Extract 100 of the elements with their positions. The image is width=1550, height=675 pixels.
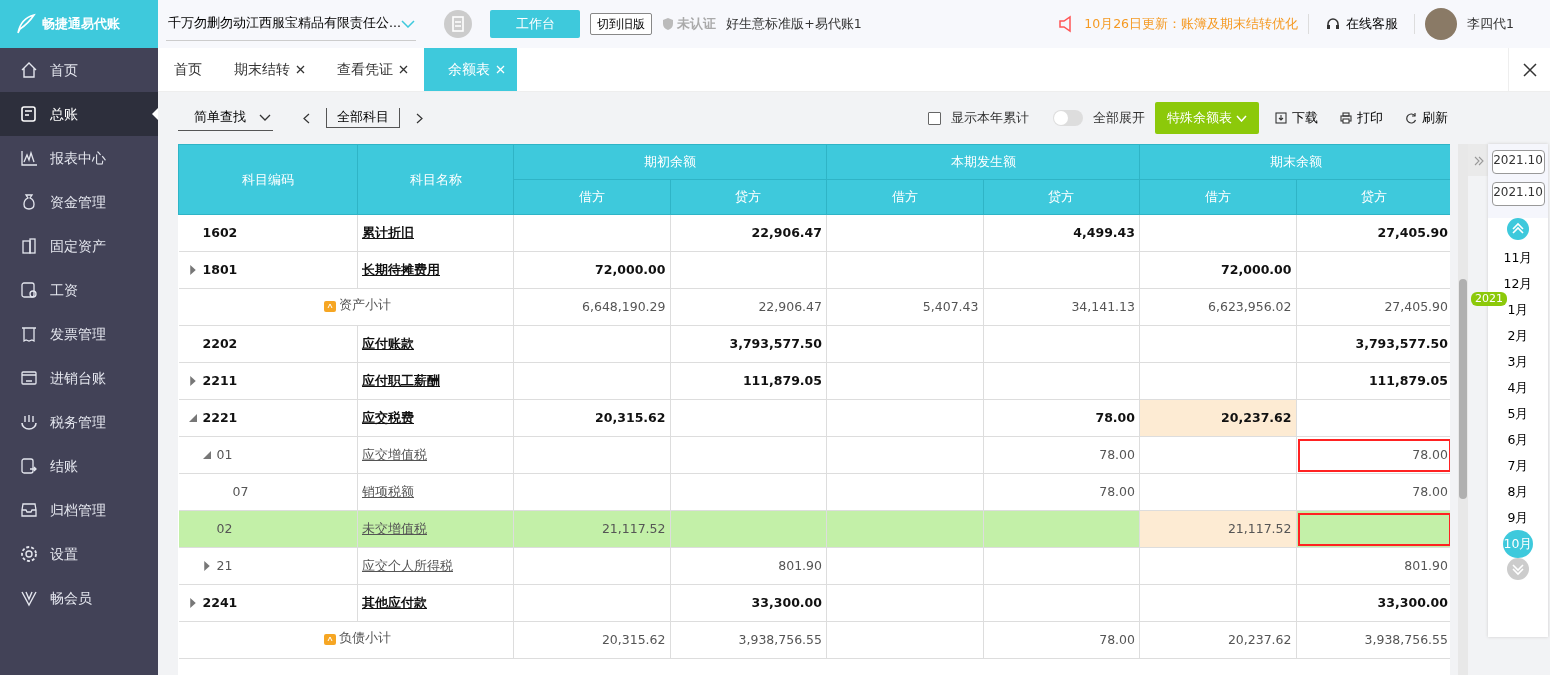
table-cell: 3,793,577.50 [1296,325,1450,363]
sidebar-item[interactable]: 固定资产 [0,224,158,268]
account-name-link[interactable]: 应交税费 [362,409,414,425]
month-item[interactable]: 1月 [1507,296,1529,324]
table-cell: 20,315.62 [513,399,670,437]
account-name-link[interactable]: 销项税额 [362,483,414,499]
column-header: 贷方 [1296,179,1450,215]
column-header: 期末余额 [1139,144,1450,180]
table-row[interactable]: 2211 应付职工薪酬 111,879.05 111,879.05 [178,362,1450,400]
user-avatar[interactable] [1425,8,1458,40]
search-mode-select[interactable]: 简单查找 [178,105,273,131]
account-name-link[interactable]: 其他应付款 [362,594,427,610]
caret-down-icon[interactable] [188,413,197,424]
table-cell: 78.00 [983,621,1140,659]
sidebar-item[interactable]: 工资 [0,268,158,312]
table-cell: 20,237.62 [1139,399,1296,437]
table-cell: 3,938,756.55 [670,621,827,659]
month-item[interactable]: 8月 [1507,478,1529,506]
account-name-link[interactable]: 应交个人所得税 [362,557,453,573]
table-cell: 78.00 [983,436,1140,474]
account-name-link[interactable]: 累计折旧 [362,224,414,240]
switch-version-button[interactable]: 切到旧版 [590,13,652,35]
sidebar-item[interactable]: 设置 [0,532,158,576]
caret-right-icon[interactable] [188,265,197,276]
account-name-link[interactable]: 应交增值税 [362,446,427,462]
table-row[interactable]: 1801 长期待摊费用 72,000.00 72,000.00 [178,251,1450,289]
column-header: 期初余额 [513,144,827,180]
caret-down-icon[interactable] [202,450,211,461]
table-cell: 72,000.00 [513,251,670,289]
table-row[interactable]: 2241 其他应付款 33,300.00 33,300.00 [178,584,1450,622]
column-header: 借方 [826,179,983,215]
online-support-link[interactable]: 在线客服 [1319,14,1405,34]
table-cell: 3,793,577.50 [670,325,827,363]
table-cell: 4,499.43 [983,214,1140,252]
document-arrow-icon [20,457,38,475]
account-name-link[interactable]: 应付职工薪酬 [362,372,440,388]
subject-filter[interactable]: 全部科目 [326,108,400,128]
headset-icon [1325,16,1342,32]
v-letter-icon [20,589,38,607]
table-row[interactable]: 01 应交增值税 78.00 78.00 [178,436,1450,474]
month-item[interactable]: 2月 [1507,322,1529,350]
month-item[interactable]: 11月 [1503,244,1533,272]
sidebar-item[interactable]: 总账 [0,92,158,136]
refresh-button[interactable]: 刷新 [1399,108,1454,128]
toggle-switch[interactable] [1053,110,1083,126]
chevron-right-icon [416,112,423,124]
toggle-label: 全部展开 [1093,108,1145,127]
checkbox-label: 显示本年累计 [951,108,1029,127]
sidebar-item[interactable]: 进销台账 [0,356,158,400]
table-cell: 34,141.13 [983,288,1140,326]
sidebar-item[interactable]: 畅会员 [0,576,158,620]
sidebar-item[interactable]: 资金管理 [0,180,158,224]
month-item[interactable]: 4月 [1507,374,1529,402]
sidebar-item[interactable]: 发票管理 [0,312,158,356]
sidebar-item[interactable]: 归档管理 [0,488,158,532]
sidebar-item[interactable]: 税务管理 [0,400,158,444]
table-cell: 33,300.00 [1296,584,1450,622]
table-row[interactable]: 资产小计 6,648,190.29 22,906.47 5,407.43 34,141.13 6,623,956.02 27,405.90 [178,288,1450,326]
account-name-link[interactable]: 应付账款 [362,335,414,351]
table-cell: 21,117.52 [513,510,670,548]
table-cell: 801.90 [670,547,827,585]
caret-right-icon[interactable] [188,598,197,609]
collapse-panel-button[interactable] [1468,144,1488,176]
table-row[interactable]: 21 应交个人所得税 801.90 801.90 [178,547,1450,585]
account-name-link[interactable]: 长期待摊费用 [362,261,440,277]
scrollbar-thumb[interactable] [1459,279,1467,499]
download-button[interactable]: 下载 [1269,108,1324,128]
sidebar-item[interactable]: 报表中心 [0,136,158,180]
table-cell: 801.90 [1296,547,1450,585]
month-item[interactable]: 6月 [1507,426,1529,454]
table-cell: 78.00 [983,473,1140,511]
notebook-icon [444,10,472,38]
checkbox[interactable] [928,111,941,125]
table-cell: 5,407.43 [826,288,983,326]
close-icon [1522,62,1537,77]
table-row[interactable]: 07 销项税额 78.00 78.00 [178,473,1450,511]
start-period-field[interactable]: 2021.10 [1491,150,1545,174]
printer-icon [1340,112,1352,124]
month-item[interactable]: 7月 [1507,452,1529,480]
caret-right-icon[interactable] [202,561,211,572]
month-item[interactable]: 5月 [1507,400,1529,428]
month-item[interactable]: 3月 [1507,348,1529,376]
print-button[interactable]: 打印 [1334,108,1389,128]
column-header: 科目编码 [178,144,358,215]
sidebar-item[interactable]: 结账 [0,444,158,488]
user-name: 李四代1 [1467,14,1514,33]
end-period-field[interactable]: 2021.10 [1491,182,1545,206]
account-name-link[interactable]: 未交增值税 [362,520,427,536]
table-row[interactable]: 1602 累计折旧 22,906.47 4,499.43 27,405.90 [178,214,1450,252]
company-select[interactable]: 千万勿删勿动江西服宝精品有限责任公... [166,7,416,41]
table-row[interactable]: 02 未交增值税 21,117.52 21,117.52 [178,510,1450,548]
table-row[interactable]: 负债小计 20,315.62 3,938,756.55 78.00 20,237.62 3,938,756.55 [178,621,1450,659]
table-cell: 6,623,956.02 [1139,288,1296,326]
table-row[interactable]: 2202 应付账款 3,793,577.50 3,793,577.50 [178,325,1450,363]
subtotal-label: 资产小计 [338,296,391,315]
account-code: 02 [216,520,233,536]
caret-right-icon[interactable] [188,376,197,387]
month-item[interactable]: 9月 [1507,504,1529,532]
sidebar-item[interactable]: 首页 [0,48,158,92]
table-row[interactable]: 2221 应交税费 20,315.62 78.00 20,237.62 [178,399,1450,437]
